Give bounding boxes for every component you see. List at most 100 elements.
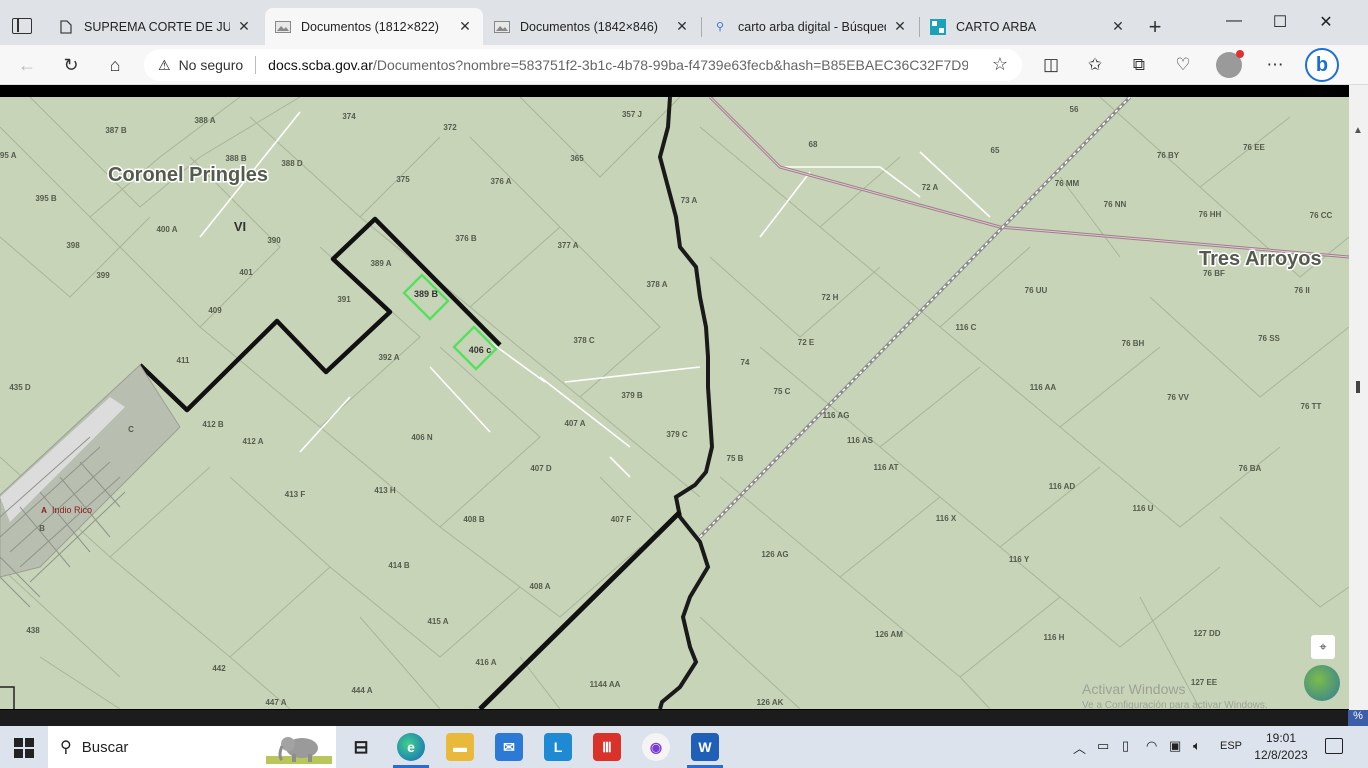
parcel-label: 116 AT: [874, 463, 899, 472]
system-clock[interactable]: 19:01 12/8/2023: [1254, 730, 1308, 764]
tab-title: CARTO ARBA: [956, 19, 1037, 34]
tab-documentos-active[interactable]: Documentos (1812×822) ✕: [265, 8, 483, 45]
parcel-label: 413 F: [285, 490, 306, 499]
more-menu-icon[interactable]: ⋯: [1264, 54, 1286, 76]
tab-busqueda[interactable]: ⚲ carto arba digital - Búsqueda ✕: [702, 8, 918, 45]
tab-carto-arba[interactable]: CARTO ARBA ✕: [920, 8, 1136, 45]
notifications-icon[interactable]: [1325, 738, 1343, 754]
tab-suprema-corte[interactable]: SUPREMA CORTE DE JUSTICIA ✕: [48, 8, 262, 45]
parcel-label: 375: [396, 175, 410, 184]
taskbar-search-box[interactable]: ⚲ Buscar: [48, 726, 336, 768]
parcel-label: 435 D: [9, 383, 31, 392]
back-button[interactable]: ←: [14, 53, 40, 77]
parcel-label: B: [39, 524, 45, 533]
parcel-label: 76 UU: [1025, 286, 1048, 295]
scroll-up-icon[interactable]: ▲: [1353, 125, 1363, 136]
close-icon[interactable]: ✕: [457, 18, 473, 35]
volume-icon[interactable]: 🔈︎: [1193, 738, 1201, 754]
profile-avatar[interactable]: [1216, 50, 1244, 78]
wifi-icon[interactable]: ◠: [1146, 738, 1157, 754]
parcel-label: 76 VV: [1167, 393, 1189, 402]
parcel-label: 116 H: [1044, 633, 1065, 642]
parcel-label: 444 A: [351, 686, 372, 695]
meet-now-icon[interactable]: ▣: [1169, 738, 1181, 754]
locate-me-button[interactable]: ⌖: [1311, 635, 1335, 659]
parcel-label: 126 AK: [757, 698, 784, 707]
edge-icon[interactable]: e: [397, 733, 425, 761]
scrollbar-thumb[interactable]: [1356, 381, 1360, 393]
bing-icon[interactable]: b: [1305, 48, 1339, 82]
address-toolbar: ← ↻ ⌂ ⚠ No seguro docs.scba.gov.ar/Docum…: [0, 45, 1368, 85]
parcel-label: 372: [443, 123, 457, 132]
parcel-label: 126 AM: [875, 630, 903, 639]
tab-title: SUPREMA CORTE DE JUSTICIA: [84, 19, 230, 34]
windows-start-icon[interactable]: [14, 738, 34, 758]
parcel-label: 127 EE: [1191, 678, 1218, 687]
parcel-label: 407 D: [530, 464, 552, 473]
red-app-icon[interactable]: Ⅲ: [593, 733, 621, 761]
parcel-label: 76 CC: [1310, 211, 1333, 220]
security-label[interactable]: No seguro: [179, 57, 244, 73]
file-explorer-icon[interactable]: ▬: [446, 733, 474, 761]
parcel-label: 400 A: [156, 225, 177, 234]
maximize-button[interactable]: ☐: [1268, 12, 1292, 36]
parcel-label: 438: [26, 626, 40, 635]
tab-strip: SUPREMA CORTE DE JUSTICIA ✕ Documentos (…: [0, 0, 1368, 45]
close-icon[interactable]: ✕: [674, 18, 690, 35]
url-text[interactable]: docs.scba.gov.ar/Documentos?nombre=58375…: [268, 57, 968, 73]
parcel-label: 390: [267, 236, 281, 245]
collections-icon[interactable]: ⧉: [1128, 54, 1150, 76]
parcel-label: 392 A: [378, 353, 399, 362]
parcel-label: 76 EE: [1243, 143, 1265, 152]
tab-title: carto arba digital - Búsqueda: [738, 19, 886, 34]
task-view-icon[interactable]: ⊟: [347, 733, 375, 761]
close-icon[interactable]: ✕: [892, 18, 908, 35]
cadastral-map[interactable]: Coronel Pringles Tres Arroyos VI Indio R…: [0, 97, 1349, 709]
parcel-label: 378 A: [646, 280, 667, 289]
language-indicator[interactable]: ESP: [1220, 740, 1242, 752]
refresh-button[interactable]: ↻: [58, 53, 84, 77]
mail-icon[interactable]: ✉: [495, 733, 523, 761]
document-icon: [58, 19, 74, 35]
parcel-label: C: [128, 425, 134, 434]
screen: SUPREMA CORTE DE JUSTICIA ✕ Documentos (…: [0, 0, 1368, 768]
favorites-icon[interactable]: ✩: [1084, 54, 1106, 76]
tab-documentos[interactable]: Documentos (1842×846) ✕: [484, 8, 700, 45]
parcel-label: 76 BH: [1122, 339, 1145, 348]
parcel-label: 416 A: [475, 658, 496, 667]
parcel-lines: [0, 97, 1349, 709]
close-icon[interactable]: ✕: [236, 18, 252, 35]
parcel-label: 75 B: [727, 454, 744, 463]
home-button[interactable]: ⌂: [102, 53, 128, 77]
parcel-label: 116 AD: [1049, 482, 1076, 491]
minimize-button[interactable]: —: [1222, 12, 1246, 36]
image-icon: [275, 19, 291, 35]
image-icon: [494, 19, 510, 35]
address-bar[interactable]: ⚠ No seguro docs.scba.gov.ar/Documentos?…: [144, 49, 1022, 81]
vpn-app-icon[interactable]: ◉: [642, 733, 670, 761]
parcel-label: 116 X: [936, 514, 957, 523]
close-window-button[interactable]: ✕: [1314, 12, 1338, 36]
split-screen-icon[interactable]: ◫: [1040, 54, 1062, 76]
clock-time: 19:01: [1265, 731, 1297, 745]
parcel-label: 376 A: [490, 177, 511, 186]
parcel-label: 409: [208, 306, 222, 315]
warning-icon[interactable]: ⚠: [158, 57, 171, 74]
favorite-star-icon[interactable]: ☆: [992, 54, 1008, 75]
battery-icon[interactable]: ▭: [1097, 738, 1109, 754]
parcel-label: 357 J: [622, 110, 642, 119]
tab-actions-icon[interactable]: [12, 18, 32, 34]
word-icon[interactable]: W: [691, 733, 719, 761]
parcel-label: 76 HH: [1199, 210, 1222, 219]
device-icon[interactable]: ▯: [1122, 738, 1129, 754]
l-app-icon[interactable]: L: [544, 733, 572, 761]
town-label: Indio Rico: [52, 505, 92, 515]
parcel-label: 391: [337, 295, 351, 304]
vertical-scrollbar[interactable]: ▲: [1349, 85, 1368, 710]
address-divider: [255, 56, 257, 74]
tray-chevron-icon[interactable]: ︿: [1073, 738, 1086, 757]
parcel-label: A: [41, 506, 47, 515]
close-icon[interactable]: ✕: [1110, 18, 1126, 35]
new-tab-button[interactable]: +: [1143, 16, 1167, 40]
browser-essentials-icon[interactable]: ♡: [1172, 54, 1194, 76]
